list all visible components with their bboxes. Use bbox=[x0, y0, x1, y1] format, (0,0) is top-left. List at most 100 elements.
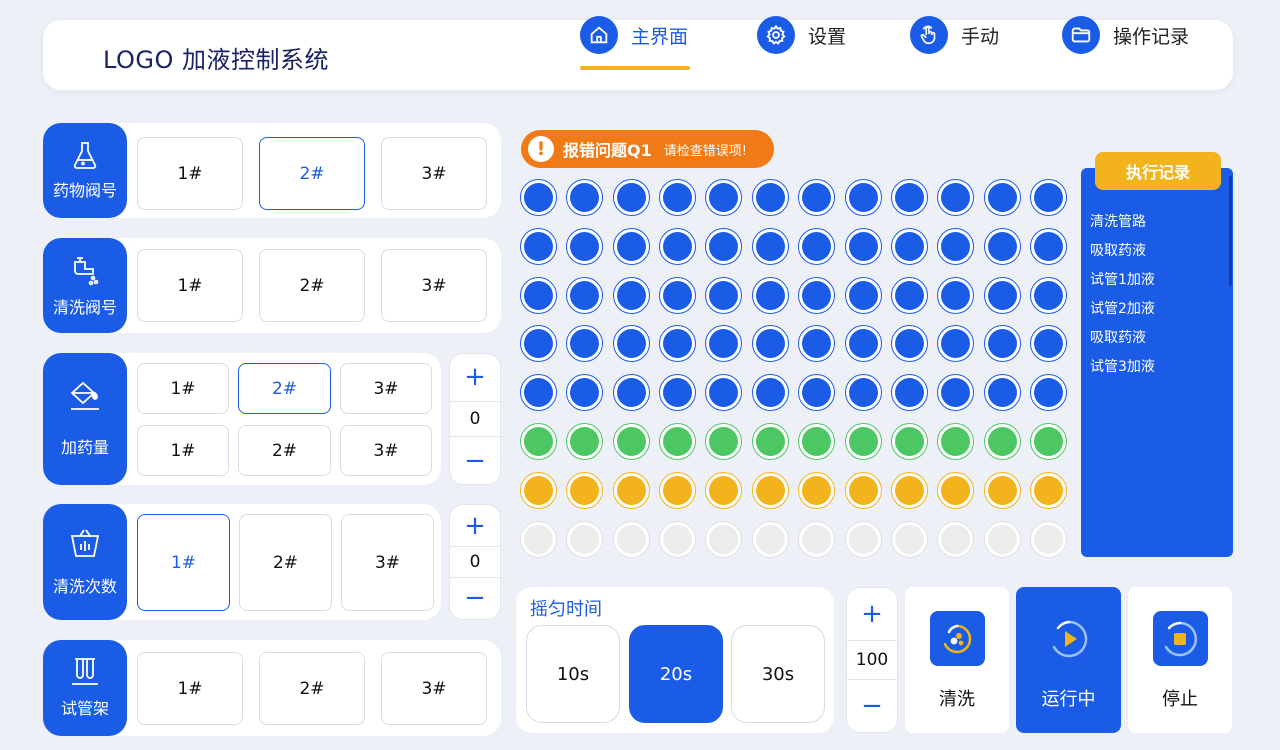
well-blue[interactable] bbox=[659, 276, 697, 314]
well-blue[interactable] bbox=[844, 276, 882, 314]
well-blue[interactable] bbox=[798, 227, 836, 265]
well-blue[interactable] bbox=[751, 227, 789, 265]
well-blue[interactable] bbox=[520, 179, 557, 216]
rack-option-3[interactable]: 3# bbox=[381, 652, 487, 725]
dose-minus-button[interactable]: − bbox=[450, 437, 500, 484]
well-blue[interactable] bbox=[890, 179, 928, 216]
well-gray[interactable] bbox=[798, 520, 836, 558]
well-yellow[interactable] bbox=[983, 471, 1021, 509]
well-blue[interactable] bbox=[983, 276, 1021, 314]
well-blue[interactable] bbox=[520, 374, 557, 412]
dose-row1-option-3[interactable]: 3# bbox=[340, 363, 432, 414]
error-banner[interactable]: ! 报错问题Q1 请检查错误项! bbox=[521, 130, 774, 168]
well-blue[interactable] bbox=[890, 276, 928, 314]
well-blue[interactable] bbox=[751, 276, 789, 314]
wash-count-minus-button[interactable]: − bbox=[450, 578, 500, 619]
well-blue[interactable] bbox=[612, 179, 650, 216]
stop-button[interactable]: 停止 bbox=[1128, 587, 1232, 733]
well-gray[interactable] bbox=[751, 520, 789, 558]
well-green[interactable] bbox=[520, 423, 557, 460]
dose-plus-button[interactable]: + bbox=[450, 354, 500, 401]
well-blue[interactable] bbox=[1029, 374, 1067, 412]
well-yellow[interactable] bbox=[937, 471, 975, 509]
well-blue[interactable] bbox=[612, 276, 650, 314]
well-blue[interactable] bbox=[612, 374, 650, 412]
well-blue[interactable] bbox=[983, 374, 1021, 412]
well-blue[interactable] bbox=[520, 227, 557, 265]
well-blue[interactable] bbox=[659, 227, 697, 265]
well-gray[interactable] bbox=[520, 520, 557, 558]
well-blue[interactable] bbox=[705, 276, 743, 314]
well-blue[interactable] bbox=[1029, 227, 1067, 265]
well-gray[interactable] bbox=[659, 520, 697, 558]
well-blue[interactable] bbox=[937, 374, 975, 412]
well-blue[interactable] bbox=[798, 325, 836, 363]
nav-manual[interactable]: 手动 bbox=[910, 16, 999, 54]
well-blue[interactable] bbox=[751, 179, 789, 216]
count-minus-button[interactable]: − bbox=[847, 680, 897, 732]
well-gray[interactable] bbox=[890, 520, 928, 558]
shake-option-20s[interactable]: 20s bbox=[629, 625, 723, 723]
well-blue[interactable] bbox=[890, 374, 928, 412]
log-scrollbar[interactable] bbox=[1229, 176, 1232, 286]
well-blue[interactable] bbox=[705, 325, 743, 363]
well-gray[interactable] bbox=[566, 520, 604, 558]
well-yellow[interactable] bbox=[798, 471, 836, 509]
well-blue[interactable] bbox=[937, 276, 975, 314]
dose-row2-option-3[interactable]: 3# bbox=[340, 425, 432, 476]
well-gray[interactable] bbox=[844, 520, 882, 558]
wash-valve-option-2[interactable]: 2# bbox=[259, 249, 365, 322]
dose-row2-option-2[interactable]: 2# bbox=[238, 425, 331, 476]
dose-row2-option-1[interactable]: 1# bbox=[137, 425, 229, 476]
well-yellow[interactable] bbox=[612, 471, 650, 509]
well-yellow[interactable] bbox=[520, 471, 557, 509]
well-blue[interactable] bbox=[844, 227, 882, 265]
wash-count-plus-button[interactable]: + bbox=[450, 505, 500, 546]
well-yellow[interactable] bbox=[1029, 471, 1067, 509]
well-blue[interactable] bbox=[844, 325, 882, 363]
well-blue[interactable] bbox=[798, 276, 836, 314]
well-blue[interactable] bbox=[890, 325, 928, 363]
well-blue[interactable] bbox=[566, 325, 604, 363]
well-gray[interactable] bbox=[937, 520, 975, 558]
well-gray[interactable] bbox=[612, 520, 650, 558]
well-yellow[interactable] bbox=[844, 471, 882, 509]
well-blue[interactable] bbox=[566, 227, 604, 265]
well-blue[interactable] bbox=[844, 374, 882, 412]
shake-option-30s[interactable]: 30s bbox=[731, 625, 825, 723]
well-green[interactable] bbox=[890, 423, 928, 460]
well-blue[interactable] bbox=[566, 276, 604, 314]
well-green[interactable] bbox=[566, 423, 604, 460]
well-green[interactable] bbox=[612, 423, 650, 460]
wash-count-option-3[interactable]: 3# bbox=[341, 514, 434, 611]
well-green[interactable] bbox=[705, 423, 743, 460]
drug-valve-option-2[interactable]: 2# bbox=[259, 137, 365, 210]
well-yellow[interactable] bbox=[751, 471, 789, 509]
well-green[interactable] bbox=[659, 423, 697, 460]
well-green[interactable] bbox=[983, 423, 1021, 460]
well-blue[interactable] bbox=[659, 179, 697, 216]
shake-option-10s[interactable]: 10s bbox=[526, 625, 620, 723]
well-blue[interactable] bbox=[612, 325, 650, 363]
wash-button[interactable]: 清洗 bbox=[905, 587, 1009, 733]
wash-valve-option-1[interactable]: 1# bbox=[137, 249, 243, 322]
well-green[interactable] bbox=[844, 423, 882, 460]
well-blue[interactable] bbox=[705, 374, 743, 412]
well-blue[interactable] bbox=[1029, 276, 1067, 314]
well-blue[interactable] bbox=[1029, 179, 1067, 216]
well-blue[interactable] bbox=[612, 227, 650, 265]
well-gray[interactable] bbox=[705, 520, 743, 558]
well-blue[interactable] bbox=[937, 227, 975, 265]
rack-option-2[interactable]: 2# bbox=[259, 652, 365, 725]
well-yellow[interactable] bbox=[659, 471, 697, 509]
well-yellow[interactable] bbox=[705, 471, 743, 509]
well-blue[interactable] bbox=[983, 227, 1021, 265]
well-blue[interactable] bbox=[844, 179, 882, 216]
well-gray[interactable] bbox=[1029, 520, 1067, 558]
well-green[interactable] bbox=[1029, 423, 1067, 460]
well-blue[interactable] bbox=[659, 374, 697, 412]
well-blue[interactable] bbox=[983, 179, 1021, 216]
rack-option-1[interactable]: 1# bbox=[137, 652, 243, 725]
well-blue[interactable] bbox=[983, 325, 1021, 363]
well-blue[interactable] bbox=[937, 179, 975, 216]
